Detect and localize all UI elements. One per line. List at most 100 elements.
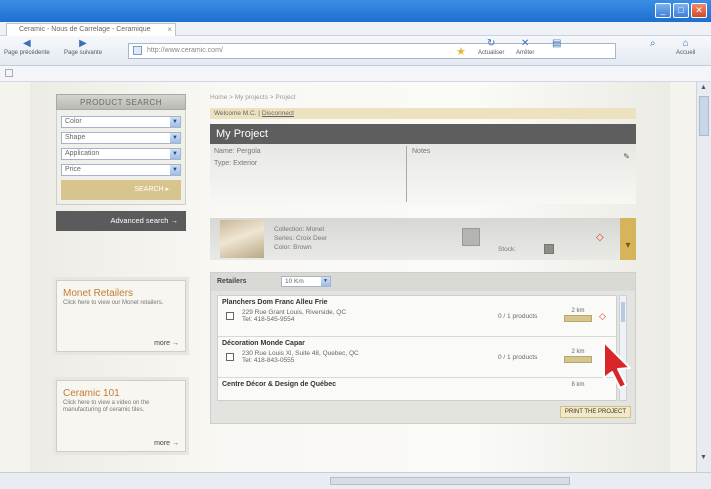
scroll-down-icon[interactable]: ▼	[700, 454, 707, 461]
retailer-address: 230 Rue Louis Xl, Suite 48, Quebec, QC	[242, 350, 359, 357]
chevron-down-icon: ▼	[170, 149, 180, 159]
minimize-icon[interactable]: _	[655, 3, 671, 18]
retailer-list: Planchers Dom Franc Alleu Frie 229 Rue G…	[217, 295, 617, 401]
maximize-icon[interactable]: □	[673, 3, 689, 18]
item-series: Series: Croix Deer	[274, 235, 328, 242]
chevron-down-icon: ▼	[321, 277, 330, 286]
bookmark-icon[interactable]	[5, 69, 13, 77]
retailer-row: Décoration Monde Capar 230 Rue Louis Xl,…	[218, 337, 616, 378]
retailer-map-button[interactable]	[564, 356, 592, 363]
scroll-thumb[interactable]	[699, 96, 709, 136]
edit-pencil-icon[interactable]: ✎	[623, 152, 630, 161]
breadcrumb: Home > My projects > Project	[210, 94, 296, 101]
retailer-distance: 2 km	[571, 308, 585, 314]
retailer-row: Centre Décor & Design de Québec 8 km	[218, 378, 616, 400]
retailers-panel: Retailers 10 Km ▼ Planchers Dom Franc All…	[210, 272, 636, 424]
close-icon[interactable]: ✕	[691, 3, 707, 18]
expand-item-button[interactable]: ▾	[620, 218, 636, 260]
chevron-down-icon: ▼	[170, 165, 180, 175]
browser-tab[interactable]: Ceramic - Nous de Carrelage - Ceramique …	[6, 23, 176, 36]
retailer-checkbox[interactable]	[226, 312, 234, 320]
tools-button[interactable]: ▤	[552, 38, 561, 50]
project-name: Name: Pergola	[214, 148, 261, 155]
project-info: Name: Pergola Type: Exterior Notes ✎	[210, 144, 636, 204]
shape-select[interactable]: Shape ▼	[61, 132, 181, 144]
product-search-header: PRODUCT SEARCH	[56, 94, 186, 110]
forward-arrow-icon: ▶	[79, 38, 87, 49]
promo-more-link[interactable]: more →	[154, 440, 179, 447]
back-button[interactable]: ◀ Page précédente	[4, 38, 50, 56]
welcome-text: Welcome M.C. |	[214, 110, 260, 117]
product-thumbnail[interactable]	[220, 220, 264, 258]
tab-title: Ceramic - Nous de Carrelage - Ceramique	[19, 26, 151, 33]
chevron-down-icon: ▼	[170, 133, 180, 143]
horizontal-scrollbar[interactable]	[0, 472, 711, 489]
favorite-star-icon[interactable]: ★	[456, 45, 466, 58]
remove-retailer-icon[interactable]: ◇	[599, 311, 606, 322]
stop-button[interactable]: ✕ Arrêter	[516, 38, 534, 56]
window-titlebar: _ □ ✕	[0, 0, 711, 22]
page-scrollbar[interactable]: ▲ ▼	[696, 82, 711, 472]
project-type: Type: Exterior	[214, 160, 258, 167]
promo-retailers[interactable]: Monet Retailers Click here to view our M…	[56, 280, 186, 352]
forward-button[interactable]: ▶ Page suivante	[64, 38, 102, 56]
advanced-search-button[interactable]: Advanced search →	[56, 211, 186, 231]
page-title: My Project	[210, 124, 636, 144]
search-button[interactable]: ⌕	[650, 38, 656, 50]
tab-close-icon[interactable]: ×	[167, 24, 172, 35]
page-viewport: PRODUCT SEARCH Color ▼ Shape ▼ Application…	[0, 82, 696, 472]
promo-text: Click here to view a video on the manufa…	[63, 400, 150, 413]
retailer-name: Décoration Monde Capar	[222, 340, 305, 347]
back-arrow-icon: ◀	[23, 38, 31, 49]
address-text: http://www.ceramic.com/	[147, 47, 223, 54]
retailer-checkbox[interactable]	[226, 353, 234, 361]
application-select[interactable]: Application ▼	[61, 148, 181, 160]
promo-title: Monet Retailers	[63, 288, 134, 299]
address-bar[interactable]: http://www.ceramic.com/	[128, 43, 616, 59]
project-main: Home > My projects > Project Welcome M.C…	[210, 94, 636, 424]
page-icon	[133, 46, 142, 55]
home-button[interactable]: ⌂ Accueil	[676, 38, 695, 56]
promo-ceramic-101[interactable]: Ceramic 101 Click here to view a video o…	[56, 380, 186, 452]
notes-label: Notes	[412, 148, 431, 155]
tab-bar: Ceramic - Nous de Carrelage - Ceramique …	[0, 22, 711, 36]
project-item: Collection: Monet Series: Croix Deer Col…	[210, 218, 636, 260]
retailer-products: 0 / 1 products	[498, 313, 538, 320]
retailer-map-button[interactable]	[564, 315, 592, 322]
refresh-button[interactable]: ↻ Actualiser	[478, 38, 504, 56]
promo-text: Click here to view our Monet retailers.	[63, 300, 164, 306]
promo-more-link[interactable]: more →	[154, 340, 179, 347]
horizontal-scroll-thumb[interactable]	[330, 477, 570, 485]
scroll-up-icon[interactable]: ▲	[700, 84, 707, 91]
retailer-distance: 8 km	[571, 382, 585, 388]
refresh-icon: ↻	[486, 38, 496, 49]
welcome-bar: Welcome M.C. | Disconnect	[210, 108, 636, 119]
logout-link[interactable]: Disconnect	[262, 110, 294, 117]
retailer-address: 229 Rue Grant Louis, Riverside, QC	[242, 309, 347, 316]
chevron-down-icon: ▼	[170, 117, 180, 127]
promo-title: Ceramic 101	[63, 388, 120, 399]
home-icon: ⌂	[682, 38, 689, 49]
item-color: Color: Brown	[274, 244, 312, 251]
retailers-label: Retailers	[217, 278, 247, 285]
item-collection: Collection: Monet	[274, 226, 325, 233]
print-project-button[interactable]: PRINT THE PROJECT	[559, 406, 631, 418]
color-swatch	[462, 228, 480, 246]
retailer-phone: Tel: 418-843-0555	[242, 357, 295, 364]
color-select[interactable]: Color ▼	[61, 116, 181, 128]
price-select[interactable]: Price ▼	[61, 164, 181, 176]
product-search-panel: PRODUCT SEARCH Color ▼ Shape ▼ Application…	[56, 94, 186, 231]
retailer-name: Centre Décor & Design de Québec	[222, 381, 336, 388]
mouse-cursor-icon	[603, 341, 631, 389]
stock-label: Stock:	[498, 246, 517, 253]
retailer-row: Planchers Dom Franc Alleu Frie 229 Rue G…	[218, 296, 616, 337]
remove-item-icon[interactable]: ◇	[596, 232, 604, 243]
tools-icon: ▤	[552, 38, 562, 49]
search-submit-button[interactable]: SEARCH ▸	[61, 180, 181, 200]
retailer-products: 0 / 1 products	[498, 354, 538, 361]
search-icon: ⌕	[650, 38, 656, 49]
retailer-name: Planchers Dom Franc Alleu Frie	[222, 299, 328, 306]
retailer-phone: Tel: 418-545-9554	[242, 316, 295, 323]
browser-toolbar: ◀ Page précédente ▶ Page suivante http://w…	[0, 36, 711, 66]
radius-select[interactable]: 10 Km ▼	[281, 276, 331, 287]
